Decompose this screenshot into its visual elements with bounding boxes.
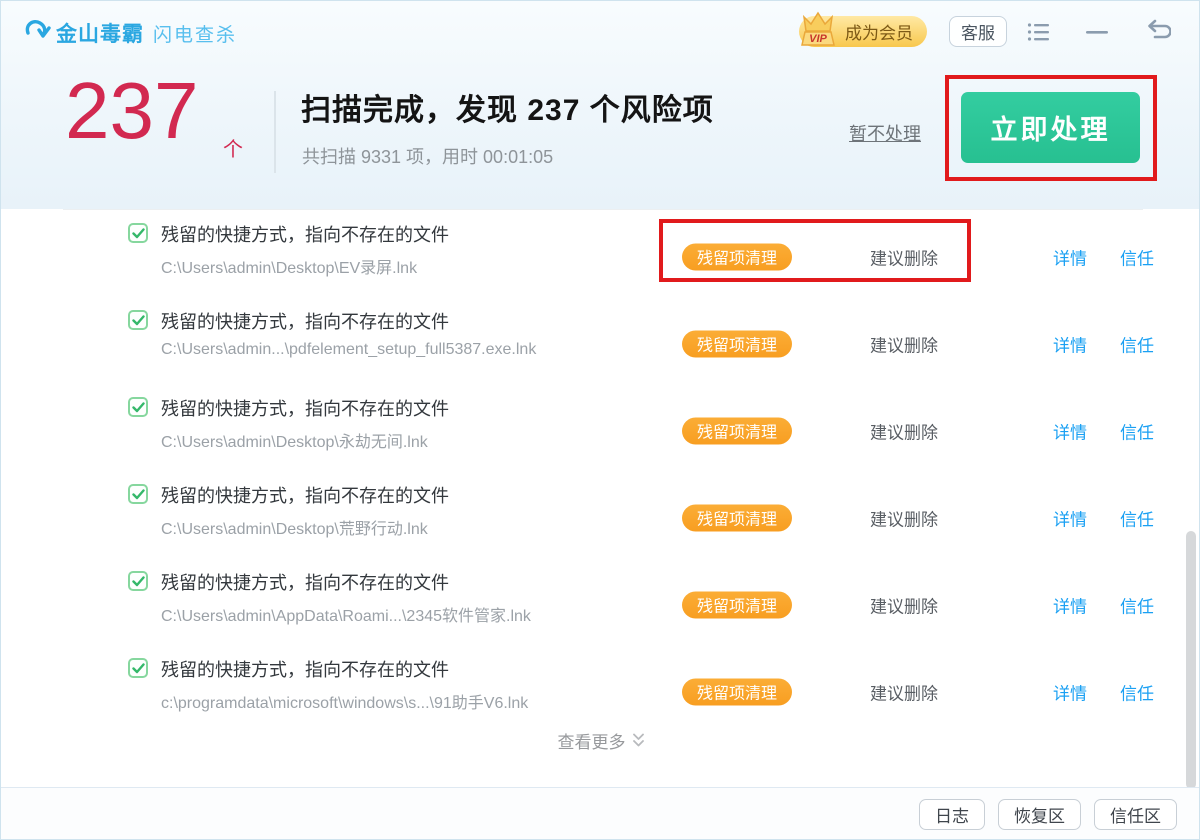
row-text-block: 残留的快捷方式，指向不存在的文件 C:\Users\admin\AppData\… (161, 569, 531, 626)
risk-count: 237 (65, 66, 199, 155)
scan-summary: 共扫描 9331 项，用时 00:01:05 (302, 147, 554, 167)
detail-link[interactable]: 详情 (1053, 592, 1087, 617)
header-divider (274, 91, 276, 173)
row-checkbox-checked[interactable] (128, 484, 148, 504)
footer-bar: 日志 恢复区 信任区 (1, 787, 1199, 839)
row-checkbox-checked[interactable] (128, 658, 148, 678)
scan-result-title: 扫描完成，发现 237 个风险项 (301, 94, 714, 127)
view-more-label: 查看更多 (557, 733, 626, 752)
double-chevron-down-icon (632, 733, 644, 747)
customer-support-button[interactable]: 客服 (949, 16, 1007, 47)
trust-link[interactable]: 信任 (1120, 331, 1154, 356)
trust-link[interactable]: 信任 (1120, 505, 1154, 530)
trust-link[interactable]: 信任 (1120, 244, 1154, 269)
risk-advice: 建议删除 (870, 510, 938, 529)
risk-advice: 建议删除 (870, 336, 938, 355)
risk-category-badge: 残留项清理 (682, 243, 793, 270)
scrollbar-thumb[interactable] (1186, 531, 1196, 789)
risk-count-unit: 个 (223, 139, 243, 161)
app-title: 金山毒霸 (56, 23, 144, 46)
minimize-icon[interactable] (1084, 21, 1110, 48)
view-more-link[interactable]: 查看更多 (1, 728, 1199, 753)
risk-description: 残留的快捷方式，指向不存在的文件 (161, 660, 449, 680)
row-checkbox-checked[interactable] (128, 397, 148, 417)
risk-advice: 建议删除 (870, 249, 938, 268)
scan-result-row: 残留的快捷方式，指向不存在的文件 C:\Users\admin\Desktop\… (1, 387, 1199, 474)
risk-advice: 建议删除 (870, 597, 938, 616)
vip-crown-icon: VIP (794, 7, 844, 54)
risk-file-path: C:\Users\admin...\pdfelement_setup_full5… (161, 341, 537, 358)
log-button[interactable]: 日志 (919, 799, 985, 830)
skip-link[interactable]: 暂不处理 (849, 120, 921, 146)
list-top-divider (63, 209, 1143, 210)
svg-text:VIP: VIP (809, 33, 827, 45)
risk-category-badge: 残留项清理 (682, 678, 793, 705)
risk-advice: 建议删除 (870, 423, 938, 442)
vip-label: 成为会员 (845, 24, 913, 43)
trust-zone-button[interactable]: 信任区 (1094, 799, 1177, 830)
risk-file-path: C:\Users\admin\Desktop\荒野行动.lnk (161, 521, 428, 538)
menu-list-icon[interactable] (1027, 21, 1051, 48)
trust-link[interactable]: 信任 (1120, 418, 1154, 443)
scan-result-row: 残留的快捷方式，指向不存在的文件 c:\programdata\microsof… (1, 648, 1199, 735)
risk-category-badge: 残留项清理 (682, 330, 793, 357)
row-checkbox-checked[interactable] (128, 310, 148, 330)
risk-category-badge: 残留项清理 (682, 591, 793, 618)
recovery-zone-button[interactable]: 恢复区 (998, 799, 1081, 830)
app-logo-icon (23, 15, 53, 50)
detail-link[interactable]: 详情 (1053, 244, 1087, 269)
risk-category-badge: 残留项清理 (682, 504, 793, 531)
risk-file-path: C:\Users\admin\Desktop\EV录屏.lnk (161, 260, 418, 277)
back-undo-icon[interactable] (1143, 17, 1172, 50)
row-text-block: 残留的快捷方式，指向不存在的文件 C:\Users\admin\Desktop\… (161, 395, 449, 452)
risk-file-path: C:\Users\admin\Desktop\永劫无间.lnk (161, 434, 428, 451)
row-text-block: 残留的快捷方式，指向不存在的文件 C:\Users\admin\Desktop\… (161, 482, 449, 539)
row-text-block: 残留的快捷方式，指向不存在的文件 C:\Users\admin\Desktop\… (161, 221, 449, 278)
row-checkbox-checked[interactable] (128, 223, 148, 243)
risk-description: 残留的快捷方式，指向不存在的文件 (161, 312, 449, 332)
risk-category-badge: 残留项清理 (682, 417, 793, 444)
scan-result-row: 残留的快捷方式，指向不存在的文件 C:\Users\admin\Desktop\… (1, 474, 1199, 561)
scan-result-row: 残留的快捷方式，指向不存在的文件 C:\Users\admin\Desktop\… (1, 213, 1199, 300)
trust-link[interactable]: 信任 (1120, 679, 1154, 704)
risk-description: 残留的快捷方式，指向不存在的文件 (161, 399, 449, 419)
app-mode-title: 闪电查杀 (153, 25, 238, 46)
scan-result-row: 残留的快捷方式，指向不存在的文件 C:\Users\admin\AppData\… (1, 561, 1199, 648)
risk-description: 残留的快捷方式，指向不存在的文件 (161, 573, 449, 593)
antivirus-window: 金山毒霸 闪电查杀 成为会员 VIP 客服 237 个 扫描完成，发现 237 … (0, 0, 1200, 840)
detail-link[interactable]: 详情 (1053, 679, 1087, 704)
detail-link[interactable]: 详情 (1053, 418, 1087, 443)
row-text-block: 残留的快捷方式，指向不存在的文件 c:\programdata\microsof… (161, 656, 528, 713)
scan-result-row: 残留的快捷方式，指向不存在的文件 C:\Users\admin...\pdfel… (1, 300, 1199, 387)
risk-file-path: c:\programdata\microsoft\windows\s...\91… (161, 695, 529, 712)
row-text-block: 残留的快捷方式，指向不存在的文件 C:\Users\admin...\pdfel… (161, 308, 536, 359)
risk-description: 残留的快捷方式，指向不存在的文件 (161, 486, 449, 506)
process-label: 立即处理 (990, 115, 1111, 145)
risk-file-path: C:\Users\admin\AppData\Roami...\2345软件管家… (161, 608, 531, 625)
risk-advice: 建议删除 (870, 684, 938, 703)
detail-link[interactable]: 详情 (1053, 331, 1087, 356)
support-label: 客服 (961, 24, 995, 43)
risk-description: 残留的快捷方式，指向不存在的文件 (161, 225, 449, 245)
process-now-button[interactable]: 立即处理 (961, 92, 1140, 163)
trust-link[interactable]: 信任 (1120, 592, 1154, 617)
scan-list: 残留的快捷方式，指向不存在的文件 C:\Users\admin\Desktop\… (1, 213, 1199, 735)
detail-link[interactable]: 详情 (1053, 505, 1087, 530)
row-checkbox-checked[interactable] (128, 571, 148, 591)
